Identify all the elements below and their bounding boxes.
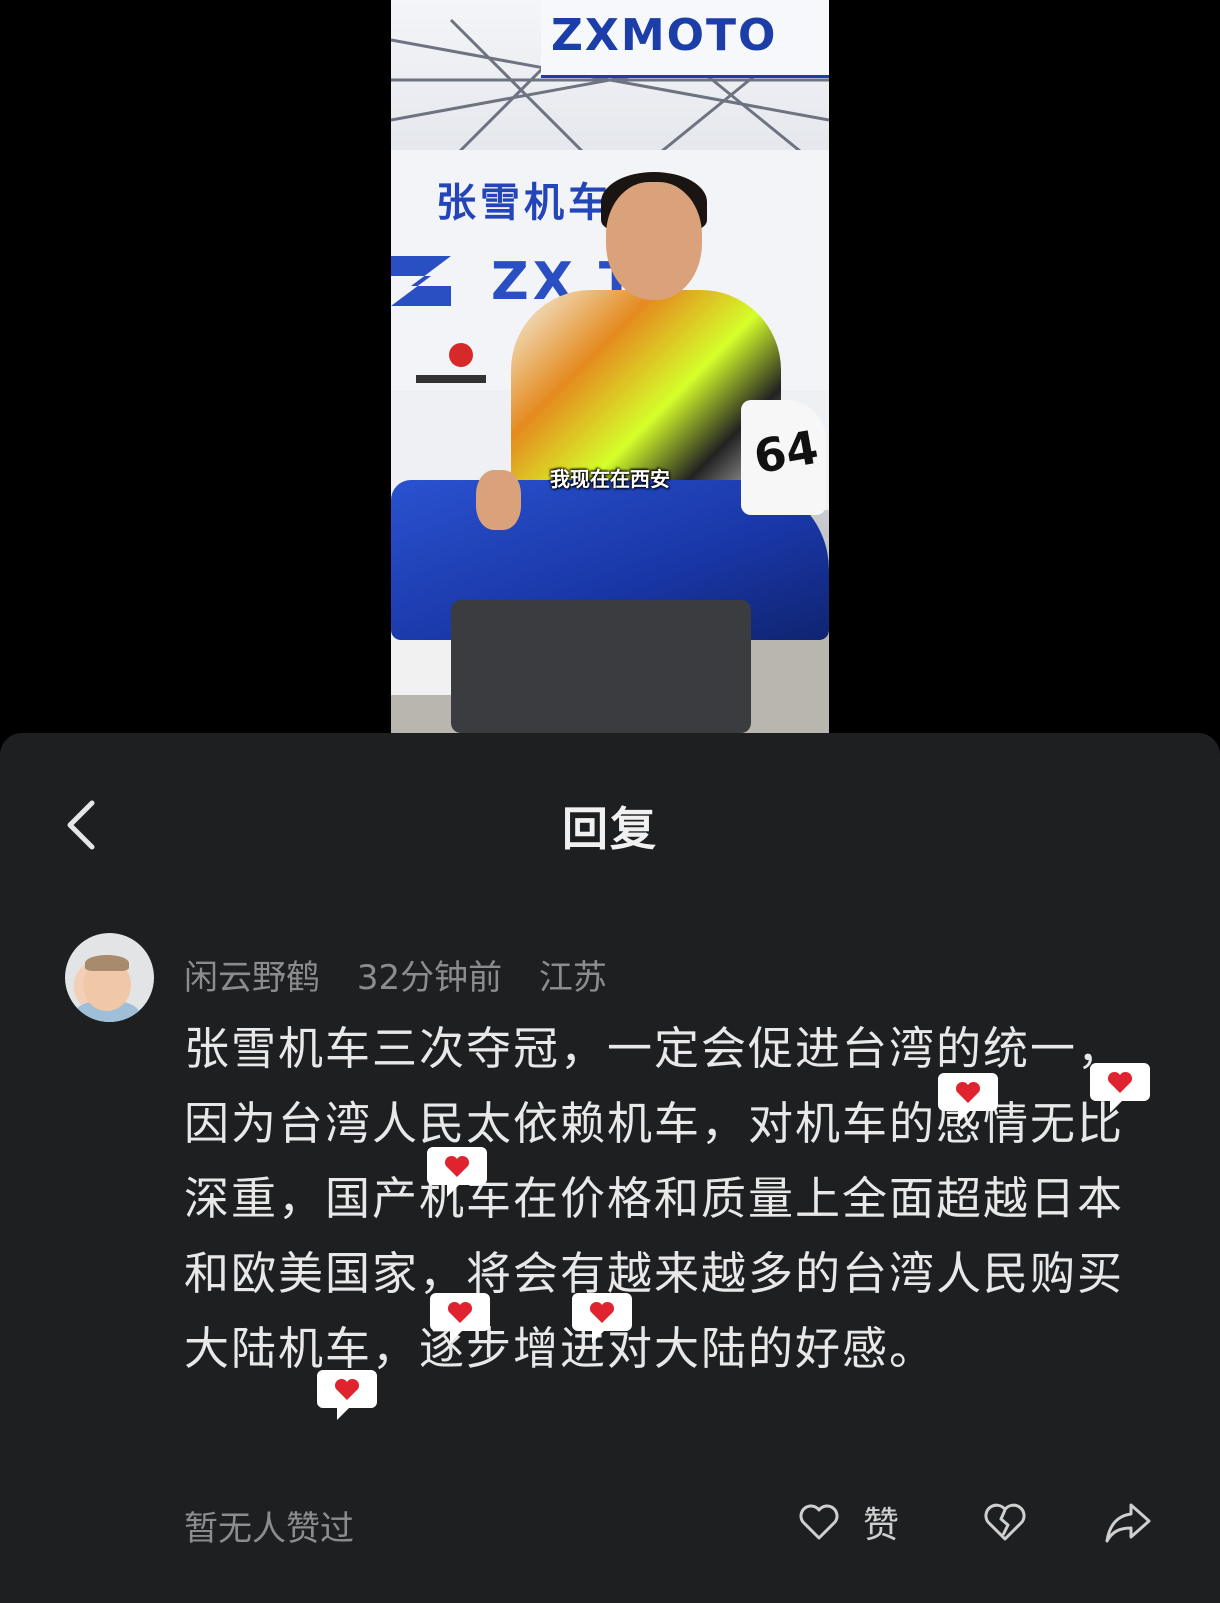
z-logo-icon xyxy=(391,256,451,306)
heart-bubble-icon xyxy=(936,1063,1000,1127)
page-title: 回复 xyxy=(562,802,658,856)
heart-bubble-icon xyxy=(1088,1053,1152,1117)
likes-status: 暂无人赞过 xyxy=(184,1509,354,1549)
heart-bubble-icon xyxy=(315,1360,379,1424)
username[interactable]: 闲云野鹤 xyxy=(184,958,320,998)
share-arrow-icon xyxy=(1105,1503,1151,1543)
share-button[interactable] xyxy=(1103,1497,1153,1547)
dislike-button[interactable] xyxy=(980,1497,1030,1547)
comment-time: 32分钟前 xyxy=(356,958,503,998)
avatar[interactable] xyxy=(65,933,154,1022)
heart-bubble-icon xyxy=(570,1283,634,1347)
comment-footer: 暂无人赞过 赞 xyxy=(0,1493,1220,1553)
video-caption: 我现在在西安 xyxy=(550,467,670,491)
like-button[interactable]: 赞 xyxy=(795,1493,899,1551)
like-label: 赞 xyxy=(863,1505,900,1546)
video-player[interactable]: ZXMOTO 张雪机车 队 ZX TO 64 我现在在西安 xyxy=(0,0,1220,733)
heart-outline-icon xyxy=(795,1498,843,1546)
heart-bubble-icon xyxy=(428,1283,492,1347)
video-frame[interactable]: ZXMOTO 张雪机车 队 ZX TO 64 我现在在西安 xyxy=(391,0,829,733)
rider-face xyxy=(606,182,702,300)
broken-heart-icon xyxy=(984,1503,1026,1541)
avatar-hair xyxy=(85,955,129,971)
heart-bubble-icon xyxy=(425,1137,489,1201)
comment-location: 江苏 xyxy=(538,958,607,998)
tent-banner-brand: ZXMOTO xyxy=(551,10,778,61)
bike-engine xyxy=(451,600,751,733)
comment-meta: 闲云野鹤 32分钟前 江苏 xyxy=(184,950,633,999)
sponsor-logo-icon xyxy=(416,343,486,383)
reply-panel: 回复 闲云野鹤 32分钟前 江苏 张雪机车三次夺冠，一定会促进台湾的统一，因为台… xyxy=(0,733,1220,1603)
